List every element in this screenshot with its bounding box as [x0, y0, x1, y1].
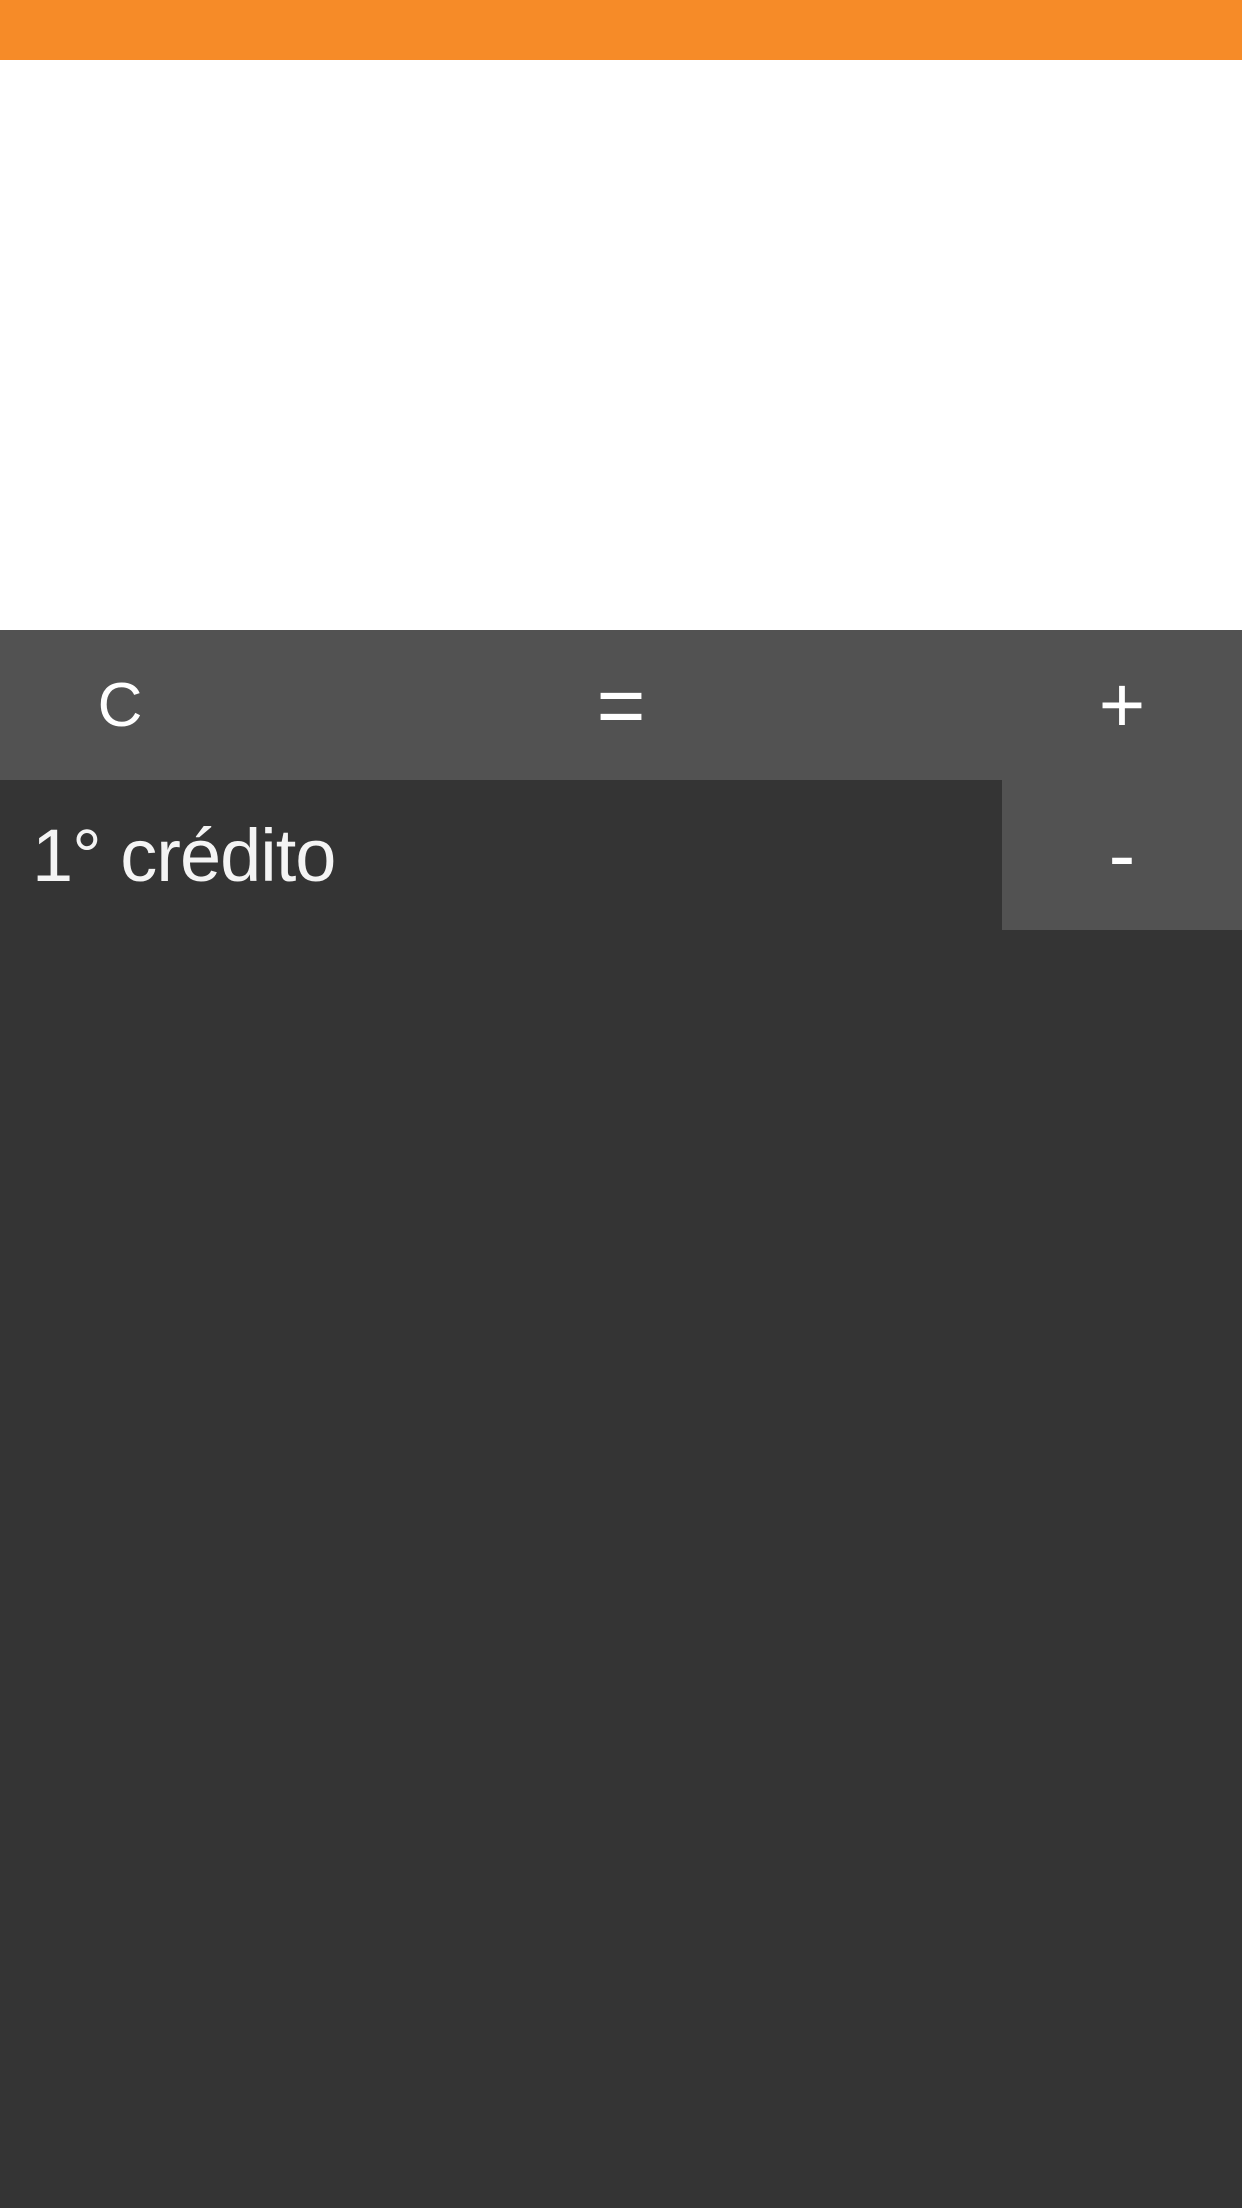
equals-button[interactable]: =: [501, 630, 741, 780]
credit-label: 1° crédito: [32, 813, 336, 897]
plus-button[interactable]: +: [1002, 630, 1242, 780]
credit-list: 1° crédito -: [0, 780, 1242, 2208]
display-area: [0, 60, 1242, 630]
clear-button[interactable]: C: [0, 630, 240, 780]
app-screen: C = + 1° crédito -: [0, 0, 1242, 2208]
status-bar: [0, 0, 1242, 60]
list-item[interactable]: 1° crédito: [0, 780, 1002, 930]
operator-key-row: C = +: [0, 630, 1242, 780]
minus-button[interactable]: -: [1002, 780, 1242, 930]
